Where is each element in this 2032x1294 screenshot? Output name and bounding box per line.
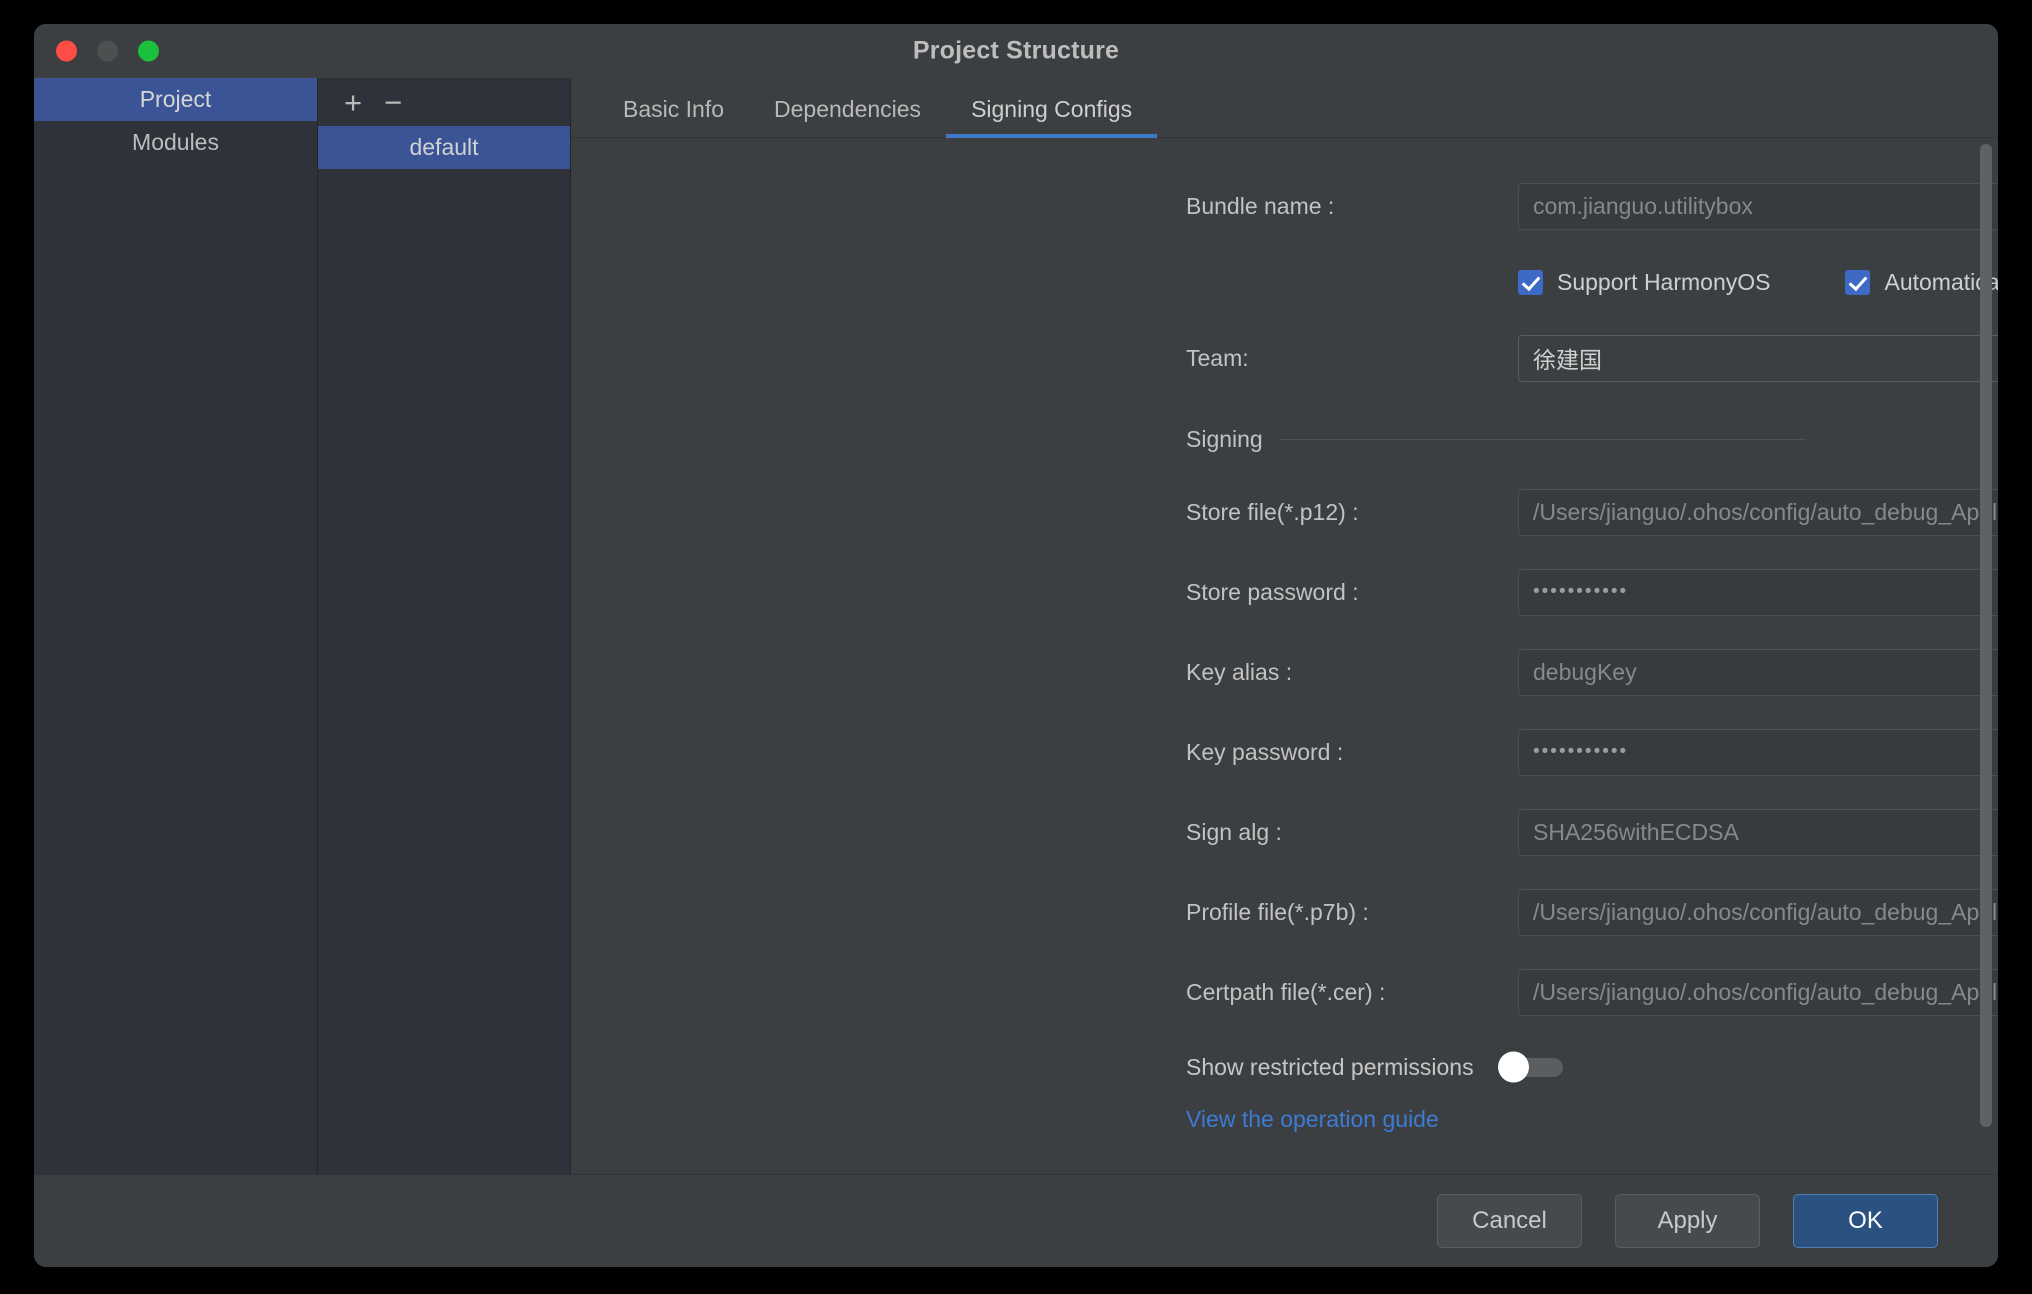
profile-file-label: Profile file(*.p7b) : bbox=[1186, 898, 1369, 925]
signing-section-header: Signing bbox=[571, 406, 1998, 472]
signing-section-title: Signing bbox=[1186, 425, 1263, 452]
store-file-label: Store file(*.p12) : bbox=[1186, 498, 1359, 525]
dialog-body: Project Modules + − default Basic Info D… bbox=[34, 78, 1998, 1174]
store-file-value: /Users/jianguo/.ohos/config/auto_debug_A… bbox=[1533, 498, 1998, 525]
sign-alg-row: Sign alg : SHA256withECDSA bbox=[571, 792, 1998, 872]
profile-file-input[interactable]: /Users/jianguo/.ohos/config/auto_debug_A… bbox=[1518, 888, 1998, 936]
sign-alg-input[interactable]: SHA256withECDSA bbox=[1518, 808, 1998, 856]
sidebar: Project Modules bbox=[34, 78, 318, 1174]
title-bar: Project Structure bbox=[34, 24, 1998, 78]
store-file-row: Store file(*.p12) : /Users/jianguo/.ohos… bbox=[571, 472, 1998, 552]
config-list-toolbar: + − bbox=[318, 78, 570, 126]
key-password-value: ••••••••••• bbox=[1533, 741, 1629, 762]
config-list-item-default[interactable]: default bbox=[318, 126, 570, 169]
dialog-footer: Cancel Apply OK bbox=[34, 1174, 1998, 1267]
toggle-knob bbox=[1497, 1051, 1529, 1083]
certpath-file-input[interactable]: /Users/jianguo/.ohos/config/auto_debug_A… bbox=[1518, 968, 1998, 1016]
support-harmonyos-checkbox[interactable]: Support HarmonyOS bbox=[1518, 269, 1770, 296]
section-divider bbox=[1278, 438, 1806, 440]
tab-label: Dependencies bbox=[774, 96, 922, 122]
key-password-row: Key password : ••••••••••• bbox=[571, 712, 1998, 792]
auto-generate-signature-checkbox[interactable]: Automatically generate signature bbox=[1845, 269, 1998, 296]
support-harmonyos-label: Support HarmonyOS bbox=[1557, 268, 1771, 295]
sign-alg-label: Sign alg : bbox=[1186, 818, 1282, 845]
profile-file-value: /Users/jianguo/.ohos/config/auto_debug_A… bbox=[1533, 898, 1998, 925]
store-password-value: ••••••••••• bbox=[1533, 581, 1629, 602]
remove-config-button[interactable]: − bbox=[384, 87, 402, 118]
checkbox-checked-icon bbox=[1518, 269, 1543, 295]
team-row: Team: 徐建国 bbox=[571, 318, 1998, 398]
scrollbar-thumb[interactable] bbox=[1980, 144, 1992, 1128]
form-scroll-area: Bundle name : com.jianguo.utilitybox Sup… bbox=[571, 138, 1998, 1174]
apply-button[interactable]: Apply bbox=[1615, 1194, 1760, 1248]
tab-label: Signing Configs bbox=[971, 96, 1133, 122]
certpath-file-value: /Users/jianguo/.ohos/config/auto_debug_A… bbox=[1533, 978, 1998, 1005]
bundle-name-row: Bundle name : com.jianguo.utilitybox bbox=[571, 166, 1998, 246]
tab-signing-configs[interactable]: Signing Configs bbox=[946, 96, 1158, 138]
sidebar-item-project[interactable]: Project bbox=[34, 78, 317, 121]
key-alias-input[interactable]: debugKey bbox=[1518, 648, 1998, 696]
signing-options-row: Support HarmonyOS Automatically generate… bbox=[571, 246, 1998, 318]
project-structure-window: Project Structure Project Modules + − de… bbox=[34, 24, 1998, 1267]
show-restricted-permissions-toggle[interactable] bbox=[1497, 1051, 1563, 1083]
key-password-input[interactable]: ••••••••••• bbox=[1518, 728, 1998, 776]
certpath-file-row: Certpath file(*.cer) : /Users/jianguo/.o… bbox=[571, 952, 1998, 1032]
show-restricted-permissions-label: Show restricted permissions bbox=[1186, 1053, 1474, 1080]
tab-bar: Basic Info Dependencies Signing Configs bbox=[571, 78, 1998, 138]
tab-basic-info[interactable]: Basic Info bbox=[598, 96, 749, 137]
bundle-name-input[interactable]: com.jianguo.utilitybox bbox=[1518, 182, 1998, 230]
signing-form: Bundle name : com.jianguo.utilitybox Sup… bbox=[571, 138, 1998, 1140]
bundle-name-value: com.jianguo.utilitybox bbox=[1533, 192, 1753, 219]
store-password-row: Store password : ••••••••••• bbox=[571, 552, 1998, 632]
sidebar-item-label: Project bbox=[139, 86, 212, 112]
cancel-button[interactable]: Cancel bbox=[1437, 1194, 1582, 1248]
key-password-label: Key password : bbox=[1186, 738, 1344, 765]
sidebar-item-label: Modules bbox=[132, 129, 219, 155]
bundle-name-label: Bundle name : bbox=[1186, 192, 1335, 219]
team-label: Team: bbox=[1186, 344, 1249, 371]
tab-dependencies[interactable]: Dependencies bbox=[749, 96, 946, 137]
config-list-item-label: default bbox=[409, 134, 479, 160]
signing-config-list-panel: + − default bbox=[318, 78, 571, 1174]
operation-guide-link[interactable]: View the operation guide bbox=[571, 1106, 1998, 1140]
add-config-button[interactable]: + bbox=[344, 87, 362, 118]
certpath-file-label: Certpath file(*.cer) : bbox=[1186, 978, 1386, 1005]
store-file-input[interactable]: /Users/jianguo/.ohos/config/auto_debug_A… bbox=[1518, 488, 1998, 536]
key-alias-label: Key alias : bbox=[1186, 658, 1293, 685]
signing-configs-pane: Basic Info Dependencies Signing Configs … bbox=[571, 78, 1998, 1174]
window-title: Project Structure bbox=[912, 36, 1120, 65]
tab-label: Basic Info bbox=[623, 96, 724, 122]
key-alias-row: Key alias : debugKey bbox=[571, 632, 1998, 712]
sign-alg-value: SHA256withECDSA bbox=[1533, 818, 1739, 845]
profile-file-row: Profile file(*.p7b) : /Users/jianguo/.oh… bbox=[571, 872, 1998, 952]
key-alias-value: debugKey bbox=[1533, 658, 1637, 685]
team-select[interactable]: 徐建国 bbox=[1518, 334, 1998, 382]
store-password-label: Store password : bbox=[1186, 578, 1359, 605]
vertical-scrollbar[interactable] bbox=[1980, 144, 1992, 1168]
team-value: 徐建国 bbox=[1533, 347, 1602, 373]
checkbox-checked-icon bbox=[1845, 269, 1871, 295]
store-password-input[interactable]: ••••••••••• bbox=[1518, 568, 1998, 616]
ok-button[interactable]: OK bbox=[1793, 1194, 1938, 1248]
sidebar-item-modules[interactable]: Modules bbox=[34, 121, 317, 164]
show-restricted-permissions-row: Show restricted permissions bbox=[571, 1032, 1998, 1102]
